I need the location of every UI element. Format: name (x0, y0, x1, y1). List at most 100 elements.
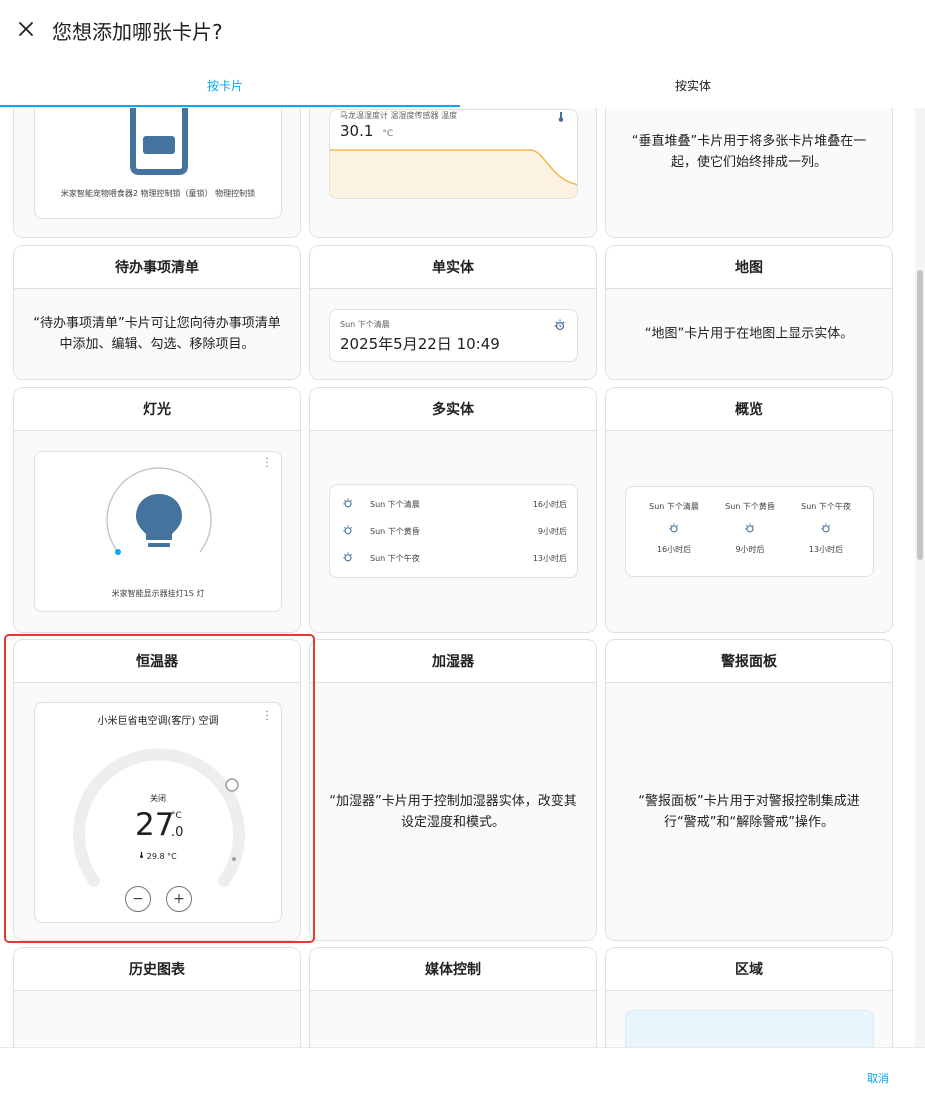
light-preview: · · · 米家智能显示器挂灯1S 灯 (34, 451, 282, 612)
pet-feeder-caption: 米家智能宠物喂食器2 物理控制锁（童锁） 物理控制锁 (60, 189, 256, 198)
row-label: Sun 下个清晨 (370, 500, 420, 509)
map-description: “地图”卡片用于在地图上显示实体。 (644, 326, 854, 342)
card-title: 单实体 (310, 246, 596, 289)
card-history-graph[interactable]: 历史图表 (13, 947, 301, 1047)
list-item: Sun 下个清晨 16小时后 (330, 491, 577, 517)
decrease-button[interactable]: − (125, 886, 151, 912)
glance-item: Sun 下个午夜 13小时后 (788, 487, 864, 555)
card-grid: 米家智能宠物喂食器2 物理控制锁（童锁） 物理控制锁 马龙温湿度计 温湿度传感器… (0, 108, 915, 1047)
card-title: 警报面板 (606, 640, 892, 683)
card-pet-feeder-lock[interactable]: 米家智能宠物喂食器2 物理控制锁（童锁） 物理控制锁 (13, 108, 301, 238)
glance-preview: Sun 下个清晨 16小时后 Sun 下个黄昏 9小时后 Sun 下个午夜 13… (625, 486, 874, 577)
card-light[interactable]: 灯光 · · · 米家智能显示器挂灯1S 灯 (13, 387, 301, 633)
weather-sun-clock-icon (343, 552, 352, 562)
close-icon (19, 22, 33, 36)
scrollbar-track[interactable] (915, 108, 925, 1047)
target-temperature: 27 °C .0 (135, 807, 195, 843)
card-entities[interactable]: 多实体 Sun 下个清晨 16小时后 Sun 下个黄昏 9小时后 Sun 下个午… (309, 387, 597, 633)
weather-sun-clock-icon (554, 319, 565, 331)
card-title: 灯光 (14, 388, 300, 431)
thermostat-preview: 小米巨省电空调(客厅) 空调 ··· 关闭 27 °C .0 29.8 °C (34, 702, 282, 923)
current-temperature: 29.8 °C (146, 852, 177, 861)
card-alarm-panel[interactable]: 警报面板 “警报面板”卡片用于对警报控制集成进行“警戒”和“解除警戒”操作。 (605, 639, 893, 941)
weather-sun-clock-icon (745, 523, 754, 533)
list-item: Sun 下个黄昏 9小时后 (330, 518, 577, 544)
tab-by-entity[interactable]: 按实体 (468, 62, 918, 108)
more-options-icon[interactable]: · · · (265, 455, 269, 473)
alarm-description: “警报面板”卡片用于对警报控制集成进行“警戒”和“解除警戒”操作。 (638, 793, 860, 830)
increase-button[interactable]: + (166, 886, 192, 912)
card-media-control[interactable]: 媒体控制 (309, 947, 597, 1047)
row-value: 16小时后 (532, 500, 567, 509)
minus-icon: − (132, 891, 144, 907)
card-title: 多实体 (310, 388, 596, 431)
sensor-value: 30.1 (340, 122, 374, 140)
weather-sun-clock-icon (821, 523, 830, 533)
close-button[interactable] (12, 15, 40, 43)
entity-preview: Sun 下个清晨 2025年5月22日 10:49 (329, 309, 578, 362)
glance-value: 9小时后 (735, 545, 765, 554)
card-title: 概览 (606, 388, 892, 431)
card-title: 区域 (606, 948, 892, 991)
card-title: 媒体控制 (310, 948, 596, 991)
sensor-name: 马龙温湿度计 温湿度传感器 温度 (340, 111, 458, 120)
plus-icon: + (173, 891, 185, 907)
tab-by-card[interactable]: 按卡片 (0, 62, 450, 108)
list-item: Sun 下个午夜 13小时后 (330, 545, 577, 571)
card-title: 恒温器 (14, 640, 300, 683)
glance-label: Sun 下个午夜 (801, 502, 851, 511)
sensor-graph (330, 149, 577, 198)
thermostat-name: 小米巨省电空调(客厅) 空调 (97, 716, 219, 727)
area-preview (625, 1010, 874, 1047)
glance-value: 13小时后 (808, 545, 844, 554)
weather-sun-clock-icon (669, 523, 678, 533)
thermometer-icon (558, 112, 564, 122)
weather-sun-clock-icon (343, 525, 352, 535)
entity-value: 2025年5月22日 10:49 (340, 335, 500, 353)
light-caption: 米家智能显示器挂灯1S 灯 (111, 589, 205, 598)
glance-value: 16小时后 (656, 545, 692, 554)
todo-description: “待办事项清单”卡片可让您向待办事项清单中添加、编辑、勾选、移除项目。 (33, 316, 281, 352)
weather-sun-clock-icon (343, 498, 352, 508)
sensor-preview: 马龙温湿度计 温湿度传感器 温度 30.1 °C (329, 109, 578, 199)
card-title: 历史图表 (14, 948, 300, 991)
scrollbar-thumb[interactable] (917, 270, 923, 560)
row-label: Sun 下个黄昏 (370, 527, 420, 536)
thermostat-mode: 关闭 (150, 794, 166, 803)
target-temp-int: 27 (135, 807, 175, 843)
card-glance[interactable]: 概览 Sun 下个清晨 16小时后 Sun 下个黄昏 9小时后 Sun 下个午夜… (605, 387, 893, 633)
row-label: Sun 下个午夜 (370, 554, 420, 563)
thermometer-icon (140, 851, 144, 858)
cancel-button[interactable]: 取消 (867, 1070, 889, 1086)
more-options-icon[interactable]: · · · (265, 708, 269, 726)
glance-label: Sun 下个清晨 (649, 502, 699, 511)
dialog-footer: 取消 (0, 1047, 925, 1093)
row-value: 9小时后 (537, 527, 567, 536)
entity-label: Sun 下个清晨 (340, 320, 390, 329)
target-temp-unit: °C (171, 811, 182, 821)
entities-preview: Sun 下个清晨 16小时后 Sun 下个黄昏 9小时后 Sun 下个午夜 13… (329, 484, 578, 578)
card-vertical-stack[interactable]: “垂直堆叠”卡片用于将多张卡片堆叠在一起，使它们始终排成一列。 (605, 108, 893, 238)
card-sensor[interactable]: 马龙温湿度计 温湿度传感器 温度 30.1 °C (309, 108, 597, 238)
tab-indicator (0, 105, 460, 107)
card-area[interactable]: 区域 (605, 947, 893, 1047)
card-title: 地图 (606, 246, 892, 289)
card-thermostat[interactable]: 恒温器 小米巨省电空调(客厅) 空调 · · · 关闭 27 °C .0 29.… (13, 639, 301, 941)
card-map[interactable]: 地图 “地图”卡片用于在地图上显示实体。 (605, 245, 893, 380)
sensor-unit: °C (382, 129, 394, 139)
row-value: 13小时后 (532, 554, 567, 563)
dialog-header: 您想添加哪张卡片? (0, 0, 925, 62)
lightbulb-icon (106, 467, 212, 555)
lock-switch-icon (130, 108, 188, 175)
vertical-stack-description: “垂直堆叠”卡片用于将多张卡片堆叠在一起，使它们始终排成一列。 (631, 134, 867, 170)
glance-item: Sun 下个黄昏 9小时后 (712, 487, 788, 555)
target-temp-decimal: .0 (171, 825, 184, 840)
card-humidifier[interactable]: 加湿器 “加湿器”卡片用于控制加湿器实体，改变其设定湿度和模式。 (309, 639, 597, 941)
tab-bar: 按卡片 按实体 (0, 62, 925, 108)
card-todo-list[interactable]: 待办事项清单 “待办事项清单”卡片可让您向待办事项清单中添加、编辑、勾选、移除项… (13, 245, 301, 380)
humidifier-description: “加湿器”卡片用于控制加湿器实体，改变其设定湿度和模式。 (329, 793, 577, 830)
card-entity[interactable]: 单实体 Sun 下个清晨 2025年5月22日 10:49 (309, 245, 597, 380)
glance-label: Sun 下个黄昏 (725, 502, 775, 511)
dialog-title: 您想添加哪张卡片? (52, 20, 223, 44)
card-title: 待办事项清单 (14, 246, 300, 289)
